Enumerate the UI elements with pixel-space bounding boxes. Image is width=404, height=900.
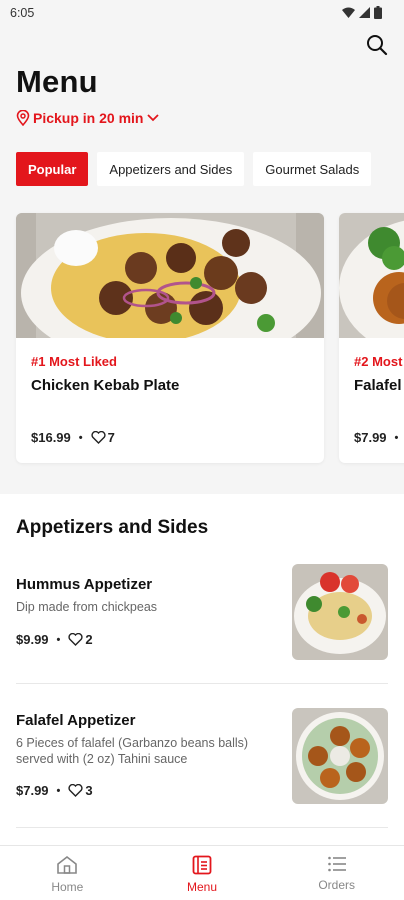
- page-title: Menu: [16, 64, 98, 99]
- hummus-image: [292, 564, 388, 660]
- nav-label: Orders: [318, 878, 356, 892]
- menu-book-icon: [192, 855, 212, 875]
- search-button[interactable]: [364, 32, 390, 58]
- battery-icon: [374, 6, 382, 19]
- card-price: $16.99: [31, 430, 71, 445]
- location-pin-icon: [16, 110, 30, 126]
- item-likes-count: 2: [85, 632, 93, 647]
- item-likes: 2: [68, 632, 93, 647]
- item-price: $9.99: [16, 632, 49, 647]
- nav-item-menu[interactable]: Menu: [135, 846, 270, 900]
- divider: [16, 827, 388, 828]
- bottom-nav: Home Menu Orders: [0, 845, 404, 900]
- card-likes-count: 7: [107, 430, 115, 445]
- nav-item-home[interactable]: Home: [0, 846, 135, 900]
- tab-popular[interactable]: Popular: [16, 152, 89, 186]
- chevron-down-icon: [147, 114, 160, 122]
- separator-dot: •: [78, 431, 83, 444]
- heart-icon: [68, 784, 83, 797]
- home-icon: [57, 855, 78, 874]
- card-rank: #2 Most: [354, 354, 403, 369]
- card-meta: $16.99 • 7: [31, 430, 115, 445]
- status-time: 6:05: [10, 6, 35, 20]
- nav-label: Menu: [186, 880, 218, 894]
- tab-appetizers-and-sides[interactable]: Appetizers and Sides: [97, 152, 245, 186]
- card-likes: 7: [91, 430, 115, 445]
- card-rank: #1 Most Liked: [31, 354, 117, 369]
- menu-item[interactable]: Falafel Appetizer 6 Pieces of falafel (G…: [16, 698, 388, 808]
- separator-dot: •: [56, 633, 61, 646]
- item-likes: 3: [68, 783, 93, 798]
- card-name: Falafel: [354, 377, 402, 394]
- menu-item[interactable]: Hummus Appetizer Dip made from chickpeas…: [16, 564, 388, 664]
- list-icon: [327, 856, 346, 872]
- status-icons: [342, 6, 382, 19]
- nav-label: Home: [51, 880, 84, 894]
- separator-dot: •: [394, 431, 399, 444]
- card-price: $7.99: [354, 430, 387, 445]
- heart-icon: [68, 633, 83, 646]
- featured-carousel: #1 Most Liked Chicken Kebab Plate $16.99…: [16, 213, 404, 463]
- featured-card[interactable]: #1 Most Liked Chicken Kebab Plate $16.99…: [16, 213, 324, 463]
- featured-card[interactable]: #2 Most Falafel $7.99 •: [339, 213, 404, 463]
- status-bar: 6:05: [0, 0, 404, 26]
- card-name: Chicken Kebab Plate: [31, 377, 180, 394]
- chicken-kebab-plate-image: [16, 213, 324, 338]
- signal-icon: [359, 7, 370, 18]
- item-description: Dip made from chickpeas: [16, 600, 158, 614]
- item-description: 6 Pieces of falafel (Garbanzo beans ball…: [16, 736, 249, 766]
- pickup-selector[interactable]: Pickup in 20 min: [16, 110, 160, 126]
- card-meta: $7.99 •: [354, 430, 398, 445]
- heart-icon: [91, 431, 106, 444]
- falafel-appetizer-image: [292, 708, 388, 804]
- wifi-icon: [342, 7, 355, 18]
- tab-gourmet-salads[interactable]: Gourmet Salads: [253, 152, 372, 186]
- pickup-label: Pickup in 20 min: [33, 110, 144, 126]
- category-tabs: Popular Appetizers and Sides Gourmet Sal…: [16, 152, 372, 186]
- top-area: Menu Pickup in 20 min Popular Appetizers…: [0, 26, 404, 494]
- nav-item-orders[interactable]: Orders: [269, 846, 404, 900]
- item-price: $7.99: [16, 783, 49, 798]
- separator-dot: •: [56, 784, 61, 797]
- item-likes-count: 3: [85, 783, 93, 798]
- falafel-image: [339, 213, 404, 338]
- section-title: Appetizers and Sides: [16, 517, 209, 538]
- search-icon: [367, 35, 388, 56]
- divider: [16, 683, 388, 684]
